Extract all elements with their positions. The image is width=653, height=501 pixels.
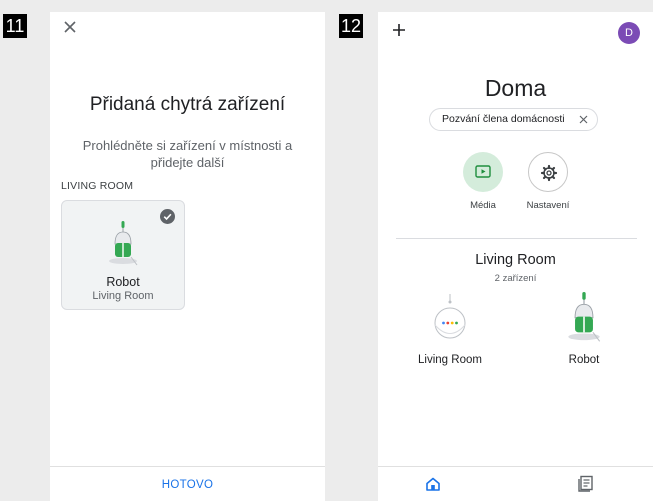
media-label: Média	[470, 200, 496, 211]
footer-bar: HOTOVO	[50, 466, 325, 501]
plus-icon[interactable]	[391, 22, 407, 38]
check-icon	[160, 209, 175, 224]
robot-icon	[109, 221, 138, 266]
media-circle	[463, 152, 503, 192]
device-label: Living Room	[418, 354, 482, 366]
step-number-badge: 11	[3, 14, 27, 38]
bottom-nav	[378, 466, 653, 501]
settings-label: Nastavení	[526, 200, 570, 211]
avatar[interactable]: D	[618, 22, 640, 44]
page-title: Přidaná chytrá zařízení	[89, 94, 286, 115]
settings-circle	[528, 152, 568, 192]
close-icon[interactable]	[61, 18, 79, 36]
media-button[interactable]: Média	[453, 152, 513, 211]
page-subtitle: Prohlédněte si zařízení v místnosti a př…	[82, 138, 293, 170]
room-section-label: LIVING ROOM	[61, 180, 134, 192]
home-icon[interactable]	[425, 476, 441, 492]
invite-member-chip[interactable]: Pozvání člena domácnosti	[429, 108, 598, 131]
robot-icon	[568, 292, 601, 342]
device-label: Robot	[568, 354, 600, 366]
gear-icon	[540, 164, 558, 182]
settings-button[interactable]: Nastavení	[518, 152, 578, 211]
room-title: Living Room	[475, 252, 556, 268]
invite-chip-label: Pozvání člena domácnosti	[442, 113, 565, 125]
divider	[396, 238, 637, 239]
device-room: Living Room	[92, 290, 154, 302]
close-icon[interactable]	[579, 115, 588, 124]
media-icon	[475, 165, 491, 178]
room-device-count: 2 zařízení	[494, 273, 537, 284]
device-card-robot[interactable]: Robot Living Room	[61, 200, 185, 310]
feed-icon[interactable]	[578, 475, 594, 492]
smart-speaker-icon	[434, 294, 466, 339]
device-tile-living-room[interactable]: Living Room	[400, 292, 500, 366]
home-title: Doma	[484, 75, 547, 101]
device-tile-robot[interactable]: Robot	[534, 292, 634, 366]
device-name: Robot	[106, 275, 140, 289]
done-button[interactable]: HOTOVO	[162, 479, 213, 491]
step-number-badge: 12	[339, 14, 363, 38]
home-screen: D Doma Pozvání člena domácnosti Média Na…	[378, 12, 653, 501]
added-devices-screen: Přidaná chytrá zařízení Prohlédněte si z…	[50, 12, 325, 501]
